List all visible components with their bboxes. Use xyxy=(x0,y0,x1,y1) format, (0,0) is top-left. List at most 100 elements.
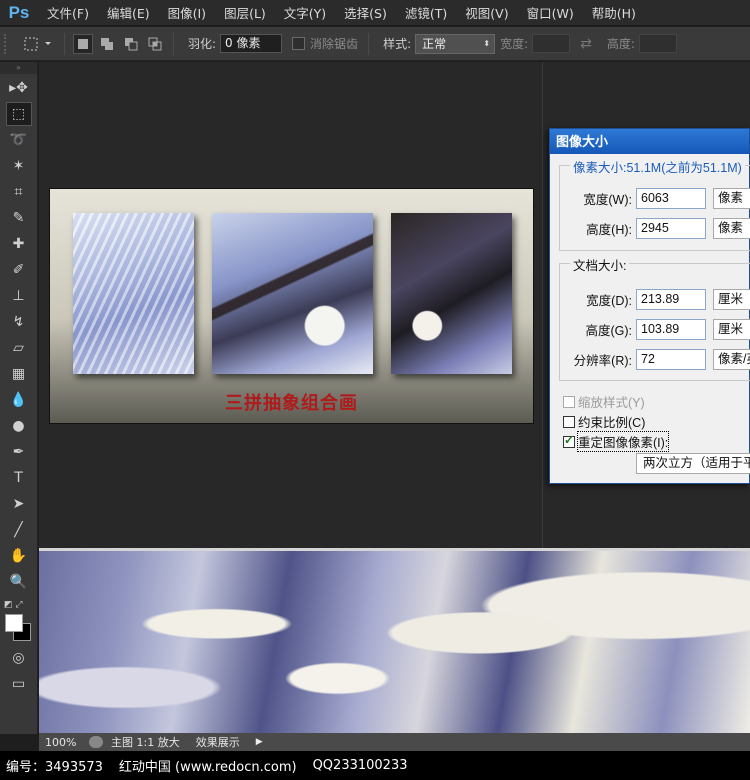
resample-checkbox[interactable] xyxy=(563,433,575,448)
status-menu-arrow-icon[interactable]: ▶ xyxy=(256,737,263,747)
pixel-width-row: 宽度(W): 6063 像素 xyxy=(560,187,750,209)
gradient-tool[interactable]: ▦ xyxy=(6,362,32,386)
menu-help[interactable]: 帮助(H) xyxy=(583,3,645,22)
zoom-icon: 🔍 xyxy=(9,574,28,590)
resolution-input[interactable]: 72 xyxy=(636,348,706,370)
painting-panel-right xyxy=(391,213,512,374)
crop-tool[interactable]: ⌗ xyxy=(6,180,32,204)
intersect-selection-button[interactable] xyxy=(145,34,165,54)
menu-select[interactable]: 选择(S) xyxy=(335,3,396,22)
foreground-color[interactable] xyxy=(5,614,23,632)
pixel-width-input[interactable]: 6063 xyxy=(636,187,706,209)
constrain-proportions-label[interactable]: 约束比例(C) xyxy=(578,412,645,431)
separator xyxy=(64,32,65,55)
menu-window[interactable]: 窗口(W) xyxy=(518,3,583,22)
healing-brush-tool[interactable]: ✚ xyxy=(6,232,32,256)
pixel-width-unit[interactable]: 像素 xyxy=(713,187,750,209)
menu-layer[interactable]: 图层(L) xyxy=(215,3,275,22)
add-selection-button[interactable] xyxy=(97,34,117,54)
dialog-title[interactable]: 图像大小 xyxy=(550,129,749,154)
doc-width-unit[interactable]: 厘米 xyxy=(713,288,750,310)
menu-image[interactable]: 图像(I) xyxy=(159,3,215,22)
default-colors-icon[interactable]: ◩ ⤢ xyxy=(4,600,23,610)
select-arrows-icon: ⬍ xyxy=(483,39,491,48)
path-selection-tool[interactable]: ➤ xyxy=(6,492,32,516)
pixel-dimensions-label: 像素大小:51.1M(之前为51.1M) xyxy=(570,157,745,176)
pixel-height-label: 高度(H): xyxy=(586,222,632,237)
doc-height-label: 高度(G): xyxy=(585,323,632,338)
magic-wand-icon: ✶ xyxy=(12,158,25,174)
status-bar: 100% 主图 1:1 放大 效果展示 ▶ xyxy=(39,733,750,751)
eraser-tool[interactable]: ▱ xyxy=(6,336,32,360)
triptych-poster: 三拼抽象组合画 xyxy=(49,188,534,424)
height-input[interactable] xyxy=(638,34,677,53)
crop-icon: ⌗ xyxy=(14,184,23,200)
effect-label: 效果展示 xyxy=(195,736,240,749)
width-label: 宽度: xyxy=(500,37,529,51)
brush-tool[interactable]: ✐ xyxy=(6,258,32,282)
line-tool[interactable]: ╱ xyxy=(6,518,32,542)
menu-edit[interactable]: 编辑(E) xyxy=(98,3,159,22)
subtract-selection-button[interactable] xyxy=(121,34,141,54)
style-value: 正常 xyxy=(422,37,447,51)
scale-styles-label: 缩放样式(Y) xyxy=(578,396,645,410)
doc-width-input[interactable]: 213.89 xyxy=(636,288,706,310)
doc-width-row: 宽度(D): 213.89 厘米 xyxy=(560,288,750,310)
line-icon: ╱ xyxy=(14,522,23,538)
resample-option[interactable]: 重定图像像素(I): xyxy=(563,431,670,452)
toolbox-collapse-icon[interactable]: » xyxy=(0,62,37,74)
blur-tool[interactable]: 💧 xyxy=(6,388,32,412)
menu-type[interactable]: 文字(Y) xyxy=(275,3,335,22)
scale-styles-checkbox xyxy=(563,395,575,408)
watermark-footer: 编号：3493573 红动中国 (www.redocn.com) QQ23310… xyxy=(0,751,750,780)
menu-view[interactable]: 视图(V) xyxy=(456,3,517,22)
move-tool[interactable]: ▸✥ xyxy=(6,76,32,100)
zoom-level[interactable]: 100% xyxy=(39,736,89,749)
constrain-proportions-checkbox[interactable] xyxy=(563,415,575,428)
quick-mask-icon[interactable]: ◎ xyxy=(6,646,32,670)
history-brush-tool[interactable]: ↯ xyxy=(6,310,32,334)
menu-file[interactable]: 文件(F) xyxy=(38,3,98,22)
width-input[interactable] xyxy=(532,34,571,53)
feather-input[interactable]: 0 像素 xyxy=(220,34,283,53)
eyedropper-tool[interactable]: ✎ xyxy=(6,206,32,230)
marquee-tool[interactable]: ⬚ xyxy=(5,102,32,126)
zoomed-painting-view[interactable] xyxy=(39,551,750,733)
resolution-unit[interactable]: 像素/英 xyxy=(713,348,750,370)
path-selection-icon: ➤ xyxy=(12,496,25,512)
magic-wand-tool[interactable]: ✶ xyxy=(6,154,32,178)
brush-icon: ✐ xyxy=(12,262,25,278)
lasso-tool[interactable]: ➰ xyxy=(6,128,32,152)
doc-height-unit[interactable]: 厘米 xyxy=(713,318,750,340)
constrain-proportions-option[interactable]: 约束比例(C) xyxy=(563,412,645,431)
painting-panel-left xyxy=(73,213,194,374)
clone-stamp-tool[interactable]: ⊥ xyxy=(6,284,32,308)
new-selection-button[interactable] xyxy=(73,33,93,54)
color-swatches: ◩ ⤢ xyxy=(0,600,37,644)
hand-tool[interactable]: ✋ xyxy=(6,544,32,568)
resample-label[interactable]: 重定图像像素(I): xyxy=(576,431,670,452)
options-grip[interactable] xyxy=(4,33,12,54)
marquee-icon: ⬚ xyxy=(11,106,26,122)
gradient-icon: ▦ xyxy=(11,366,26,382)
type-tool[interactable]: T xyxy=(6,466,32,490)
menu-filter[interactable]: 滤镜(T) xyxy=(396,3,456,22)
antialias-checkbox[interactable] xyxy=(292,37,306,50)
tool-preset-picker[interactable] xyxy=(18,32,58,56)
dodge-tool[interactable]: ● xyxy=(6,414,32,438)
document-info-icon[interactable] xyxy=(89,736,103,748)
pixel-height-input[interactable]: 2945 xyxy=(636,217,706,239)
resample-method-select[interactable]: 两次立方（适用于平 xyxy=(636,453,750,474)
pen-tool[interactable]: ✒ xyxy=(6,440,32,464)
resolution-row: 分辨率(R): 72 像素/英 xyxy=(560,348,750,370)
feather-label: 羽化: xyxy=(188,37,217,51)
zoom-tool[interactable]: 🔍 xyxy=(6,570,32,594)
style-label: 样式: xyxy=(383,37,412,51)
new-selection-icon xyxy=(78,38,88,49)
style-select[interactable]: 正常 ⬍ xyxy=(415,33,496,54)
doc-height-input[interactable]: 103.89 xyxy=(636,318,706,340)
swap-icon[interactable]: ⇄ xyxy=(580,36,592,52)
pixel-height-unit[interactable]: 像素 xyxy=(713,217,750,239)
document-size-group: 文档大小: 宽度(D): 213.89 厘米 高度(G): 103.89 厘米 … xyxy=(559,255,750,381)
screen-mode-icon[interactable]: ▭ xyxy=(6,672,32,696)
